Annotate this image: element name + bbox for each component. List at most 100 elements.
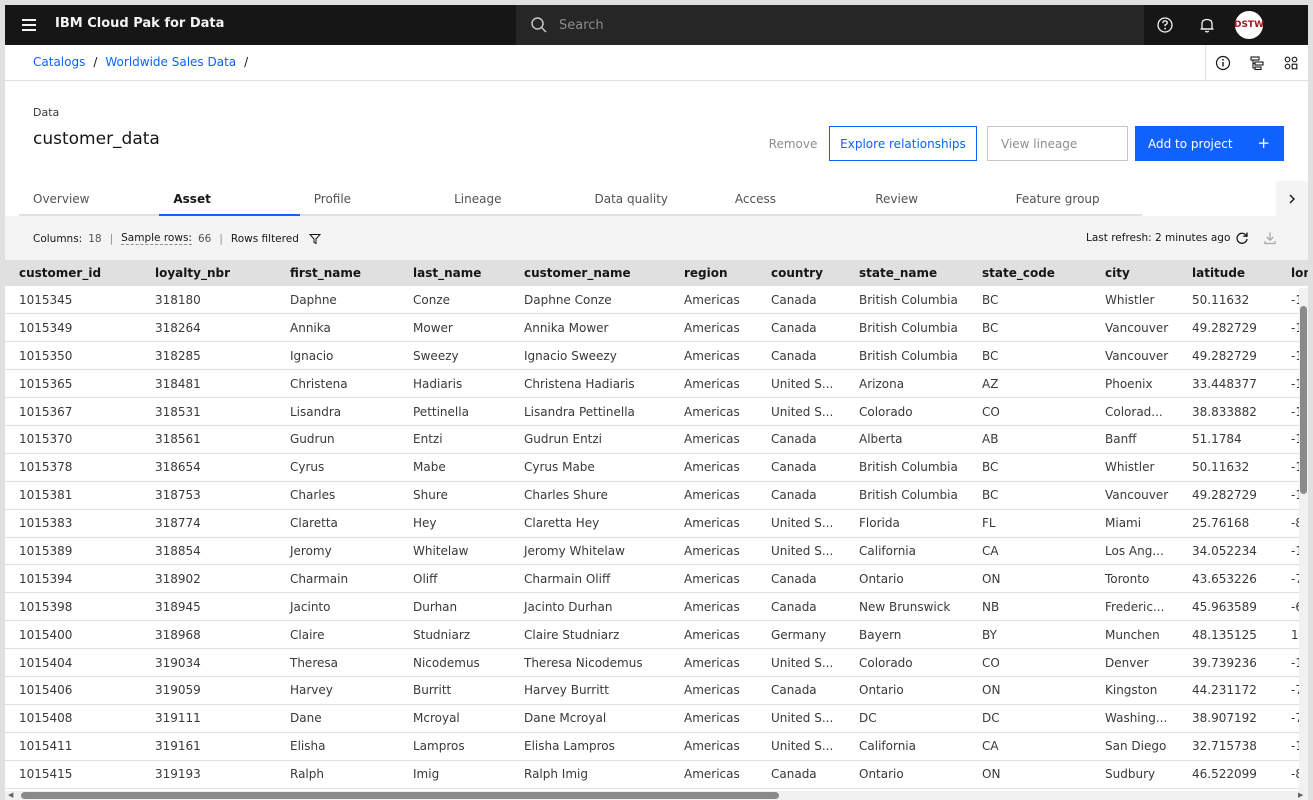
filter-icon[interactable] <box>308 233 321 245</box>
column-header-loyalty-nbr[interactable]: loyalty_nbr <box>141 260 276 286</box>
scroll-right-icon[interactable]: ▶ <box>1298 791 1303 799</box>
search-input[interactable] <box>559 5 1119 45</box>
column-header-city[interactable]: city <box>1091 260 1178 286</box>
tab-profile[interactable]: Profile <box>299 185 441 216</box>
plus-icon: + <box>1257 134 1270 152</box>
vertical-scrollbar[interactable] <box>1299 288 1308 791</box>
column-header-region[interactable]: region <box>670 260 757 286</box>
table-row[interactable]: 1015345 318180 Daphne Conze Daphne Conze Amer… <box>5 286 1308 315</box>
table-cell-customer-id: 1015398 <box>5 592 141 622</box>
table-cell-region: Americas <box>670 564 757 594</box>
explore-relationships-button[interactable]: Explore relationships <box>829 126 977 161</box>
table-cell-customer-id: 1015381 <box>5 481 141 510</box>
summary-separator: | <box>109 232 114 245</box>
column-header-customer-name[interactable]: customer_name <box>510 260 670 286</box>
table-cell-state-code: BC <box>968 286 1091 315</box>
table-cell-customer-id: 1015408 <box>5 704 141 733</box>
table-row[interactable]: 1015415 319193 Ralph Imig Ralph Imig Americas… <box>5 760 1308 789</box>
table-cell-city: Kingston <box>1091 676 1178 705</box>
tab-lineage[interactable]: Lineage <box>440 185 581 216</box>
hierarchy-icon[interactable] <box>1240 45 1274 81</box>
help-icon[interactable] <box>1151 11 1179 39</box>
column-header-state-name[interactable]: state_name <box>845 260 968 286</box>
tab-asset[interactable]: Asset <box>159 185 300 216</box>
column-header-state-code[interactable]: state_code <box>968 260 1091 286</box>
info-icon[interactable] <box>1206 45 1240 81</box>
table-cell-city: Denver <box>1091 648 1178 677</box>
chevron-right-icon[interactable] <box>1276 181 1308 216</box>
bell-icon[interactable] <box>1193 11 1221 39</box>
table-cell-region: Americas <box>670 369 757 399</box>
table-cell-customer-name: Christena Hadiaris <box>510 369 670 399</box>
remove-button[interactable]: Remove <box>745 126 841 161</box>
table-row[interactable]: 1015381 318753 Charles Shure Charles Shure Am… <box>5 481 1308 510</box>
table-row[interactable]: 1015365 318481 Christena Hadiaris Christena … <box>5 369 1308 399</box>
column-header-latitude[interactable]: latitude <box>1178 260 1277 286</box>
table-cell-loyalty-nbr: 318774 <box>141 509 276 538</box>
table-cell-state-name: British Columbia <box>845 453 968 482</box>
table-cell-state-name: British Columbia <box>845 286 968 315</box>
add-to-project-button[interactable]: Add to project + <box>1135 126 1284 161</box>
apps-icon[interactable] <box>1274 45 1308 81</box>
download-icon[interactable] <box>1260 228 1280 248</box>
column-header-country[interactable]: country <box>757 260 845 286</box>
table-cell-loyalty-nbr: 319059 <box>141 676 276 705</box>
horizontal-scrollbar[interactable]: ◀ ▶ <box>5 791 1308 800</box>
avatar[interactable]: DSTW <box>1234 11 1264 39</box>
column-header-first-name[interactable]: first_name <box>276 260 399 286</box>
table-cell-region: Americas <box>670 481 757 510</box>
sample-rows-label[interactable]: Sample rows: <box>121 232 192 245</box>
columns-count: 18 <box>88 232 102 245</box>
table-cell-state-name: California <box>845 732 968 761</box>
view-lineage-button[interactable]: View lineage <box>987 126 1128 161</box>
table-row[interactable]: 1015349 318264 Annika Mower Annika Mower Amer… <box>5 313 1308 343</box>
table-row[interactable]: 1015383 318774 Claretta Hey Claretta Hey Amer… <box>5 509 1308 538</box>
table-row[interactable]: 1015400 318968 Claire Studniarz Claire Studn… <box>5 620 1308 650</box>
table-cell-customer-name: Dane Mcroyal <box>510 704 670 733</box>
table-cell-customer-name: Gudrun Entzi <box>510 425 670 454</box>
side-panel-tools <box>1205 45 1308 81</box>
refresh-icon[interactable] <box>1232 228 1252 248</box>
table-row[interactable]: 1015411 319161 Elisha Lampros Elisha Lampros… <box>5 732 1308 761</box>
hamburger-menu-icon[interactable] <box>15 11 43 39</box>
table-row[interactable]: 1015404 319034 Theresa Nicodemus Theresa Nic… <box>5 648 1308 677</box>
table-row[interactable]: 1015406 319059 Harvey Burritt Harvey Burritt… <box>5 676 1308 705</box>
column-header-long[interactable]: long <box>1277 260 1308 286</box>
tab-feature-group[interactable]: Feature group <box>1001 185 1142 216</box>
tab-data-quality[interactable]: Data quality <box>580 185 721 216</box>
table-cell-country: Canada <box>757 286 845 315</box>
table-cell-state-name: Ontario <box>845 760 968 789</box>
search-icon <box>531 17 547 33</box>
summary-separator: | <box>219 232 223 245</box>
search-box[interactable] <box>516 5 1144 45</box>
rows-filtered-label: Rows filtered <box>230 232 299 245</box>
table-cell-city: Whistler <box>1091 286 1178 315</box>
table-row[interactable]: 1015408 319111 Dane Mcroyal Dane Mcroyal Amer… <box>5 704 1308 733</box>
table-row[interactable]: 1015350 318285 Ignacio Sweezy Ignacio Sweezy… <box>5 341 1308 371</box>
table-cell-region: Americas <box>670 732 757 761</box>
column-header-customer-id[interactable]: customer_id <box>5 260 141 286</box>
table-cell-last-name: Mcroyal <box>399 704 510 733</box>
table-cell-state-code: ON <box>968 760 1091 789</box>
table-row[interactable]: 1015367 318531 Lisandra Pettinella Lisandra … <box>5 397 1308 426</box>
vertical-scroll-thumb[interactable] <box>1300 306 1307 494</box>
table-cell-country: Canada <box>757 453 845 482</box>
table-row[interactable]: 1015370 318561 Gudrun Entzi Gudrun Entzi Amer… <box>5 425 1308 454</box>
tab-review[interactable]: Review <box>861 185 1002 216</box>
table-cell-state-code: BC <box>968 341 1091 371</box>
tab-access[interactable]: Access <box>720 185 862 216</box>
horizontal-scroll-thumb[interactable] <box>21 792 779 799</box>
breadcrumb-catalogs[interactable]: Catalogs <box>33 55 85 69</box>
tab-overview[interactable]: Overview <box>19 185 160 216</box>
table-row[interactable]: 1015389 318854 Jeromy Whitelaw Jeromy Whitel… <box>5 537 1308 566</box>
table-row[interactable]: 1015398 318945 Jacinto Durhan Jacinto Durhan… <box>5 592 1308 622</box>
table-cell-state-name: New Brunswick <box>845 592 968 622</box>
scroll-left-icon[interactable]: ◀ <box>8 791 13 799</box>
table-cell-first-name: Christena <box>276 369 399 399</box>
table-cell-customer-id: 1015345 <box>5 286 141 315</box>
breadcrumb-worldwide-sales-data[interactable]: Worldwide Sales Data <box>105 55 236 69</box>
table-row[interactable]: 1015378 318654 Cyrus Mabe Cyrus Mabe Americas… <box>5 453 1308 482</box>
column-header-last-name[interactable]: last_name <box>399 260 510 286</box>
table-body: 1015345 318180 Daphne Conze Daphne Conze Amer… <box>5 286 1308 789</box>
table-row[interactable]: 1015394 318902 Charmain Oliff Charmain Oliff… <box>5 564 1308 594</box>
